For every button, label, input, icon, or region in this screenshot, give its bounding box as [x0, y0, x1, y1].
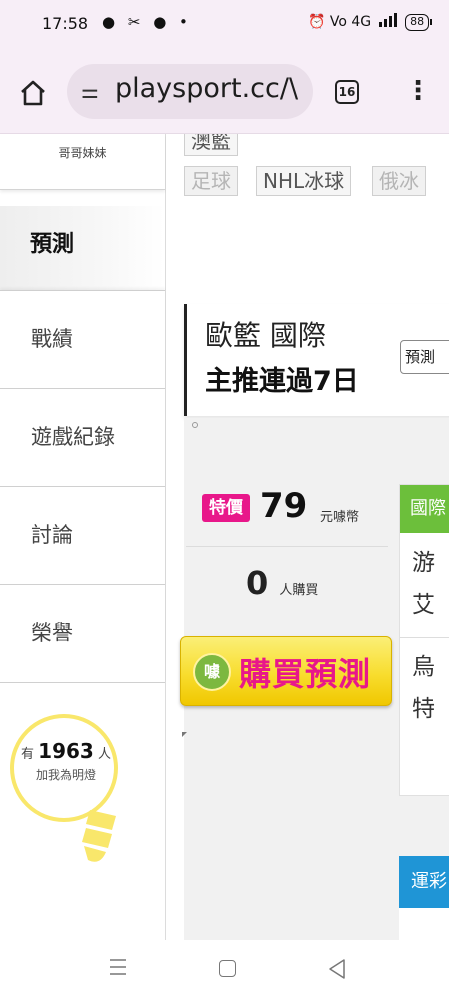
- sidebar-item-label: 討論: [31, 523, 73, 547]
- sidebar-item-label: 戰績: [31, 327, 73, 351]
- fans-count: 1963: [38, 739, 94, 763]
- price-value: 79: [260, 486, 308, 526]
- filter-chip[interactable]: 足球: [184, 166, 238, 196]
- prediction-title: 歐籃 國際: [205, 319, 326, 352]
- back-icon[interactable]: [327, 958, 347, 980]
- sidebar-menu: 戰績 遊戲紀錄 討論 榮譽: [0, 290, 165, 683]
- home-icon[interactable]: [18, 78, 48, 108]
- team-name: 艾: [412, 592, 435, 618]
- filter-chip[interactable]: 澳籃: [184, 134, 238, 156]
- system-icons: ⏰ Vo 4G 88: [308, 13, 433, 31]
- divider: [186, 546, 388, 547]
- game-league-header: 國際: [400, 485, 449, 533]
- sidebar-item-honor[interactable]: 榮譽: [0, 585, 165, 683]
- sidebar: 哥哥妹妹 預測 戰績 遊戲紀錄 討論 榮譽 有 1963 人 加我為明燈: [0, 134, 166, 940]
- marker-icon: [192, 422, 198, 428]
- fans-caption: 加我為明燈: [35, 768, 96, 782]
- coin-icon: 噱: [193, 653, 231, 691]
- sidebar-item-label: 預測: [30, 232, 75, 257]
- bulb-base-icon: [82, 810, 116, 862]
- divider: [400, 637, 449, 638]
- team-name: 烏: [412, 654, 435, 680]
- home-nav-icon[interactable]: [219, 960, 236, 977]
- url-text[interactable]: playsport.cc/\: [115, 73, 298, 104]
- team-name: 游: [412, 550, 435, 576]
- alarm-signal-icons: ⏰ Vo 4G: [308, 14, 372, 30]
- battery-icon: 88: [405, 13, 433, 31]
- buyers-number: 0: [246, 564, 269, 602]
- buy-prediction-button[interactable]: 噱 購買預測: [180, 636, 392, 706]
- notification-icons: ● ✂ ● •: [102, 13, 192, 31]
- prediction-button[interactable]: 預測: [400, 340, 449, 374]
- user-name: 哥哥妹妹: [58, 146, 107, 160]
- address-bar[interactable]: ⚌ playsport.cc/\: [67, 64, 313, 119]
- main-content: 澳籃 足球 NHL冰球 俄冰 歐籃 國際 主推連過7日 預測 特價 79 元噱幣…: [166, 134, 449, 940]
- recent-apps-icon[interactable]: [108, 958, 128, 976]
- prediction-header: 歐籃 國際 主推連過7日 預測: [184, 304, 449, 416]
- sidebar-item-label: 遊戲紀錄: [31, 425, 115, 449]
- system-nav-bar: [0, 940, 449, 1000]
- browser-toolbar: ⚌ playsport.cc/\ 16 ⋮: [0, 50, 449, 134]
- site-settings-icon[interactable]: ⚌: [81, 79, 99, 103]
- sidebar-user[interactable]: 哥哥妹妹: [0, 134, 165, 190]
- corner-marker-icon: [182, 732, 187, 737]
- status-time: 17:58: [42, 14, 89, 33]
- tabs-icon[interactable]: 16: [335, 80, 359, 104]
- team-name: 特: [412, 696, 435, 722]
- game-card[interactable]: 國際 游 艾 烏 特: [399, 484, 449, 796]
- fans-lightbulb[interactable]: 有 1963 人 加我為明燈: [10, 714, 120, 894]
- sidebar-item-record[interactable]: 戰績: [0, 291, 165, 389]
- sale-badge: 特價: [202, 494, 250, 522]
- status-bar: 17:58 ● ✂ ● • ⏰ Vo 4G 88: [0, 0, 449, 50]
- lottery-body: [399, 908, 449, 940]
- lottery-header[interactable]: 運彩: [399, 856, 449, 908]
- more-vert-icon[interactable]: ⋮: [405, 76, 431, 108]
- filter-chip[interactable]: 俄冰: [372, 166, 426, 196]
- signal-bars-icon: [379, 13, 398, 31]
- sidebar-item-prediction[interactable]: 預測: [0, 206, 165, 291]
- sidebar-item-label: 榮譽: [31, 621, 73, 645]
- fans-count-text: 有 1963 人: [21, 739, 111, 763]
- sidebar-item-game-log[interactable]: 遊戲紀錄: [0, 389, 165, 487]
- prediction-subtitle: 主推連過7日: [205, 366, 359, 397]
- buyers-label: 人購買: [279, 583, 319, 598]
- price-unit: 元噱幣: [320, 510, 360, 525]
- filter-chip[interactable]: NHL冰球: [256, 166, 352, 196]
- buyers-count: 0 人購買: [246, 564, 318, 602]
- sidebar-item-discussion[interactable]: 討論: [0, 487, 165, 585]
- buy-prediction-label: 購買預測: [239, 655, 372, 693]
- price-row: 特價 79 元噱幣: [202, 486, 392, 546]
